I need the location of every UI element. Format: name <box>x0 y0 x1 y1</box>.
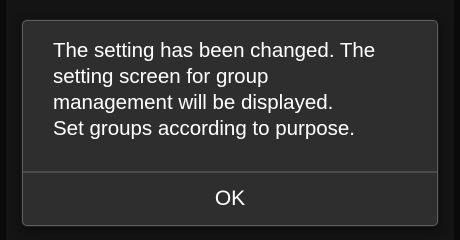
ok-button[interactable]: OK <box>23 173 437 225</box>
confirmation-dialog: The setting has been changed. The settin… <box>22 20 438 226</box>
dialog-message-line-4: Set groups according to purpose. <box>53 117 355 140</box>
dialog-message: The setting has been changed. The settin… <box>53 38 423 142</box>
screen-background: The setting has been changed. The settin… <box>0 0 460 240</box>
dialog-message-line-2: setting screen for group <box>53 65 269 88</box>
dialog-message-line-3: management will be displayed. <box>53 91 334 114</box>
dialog-message-line-1: The setting has been changed. The <box>53 39 376 62</box>
